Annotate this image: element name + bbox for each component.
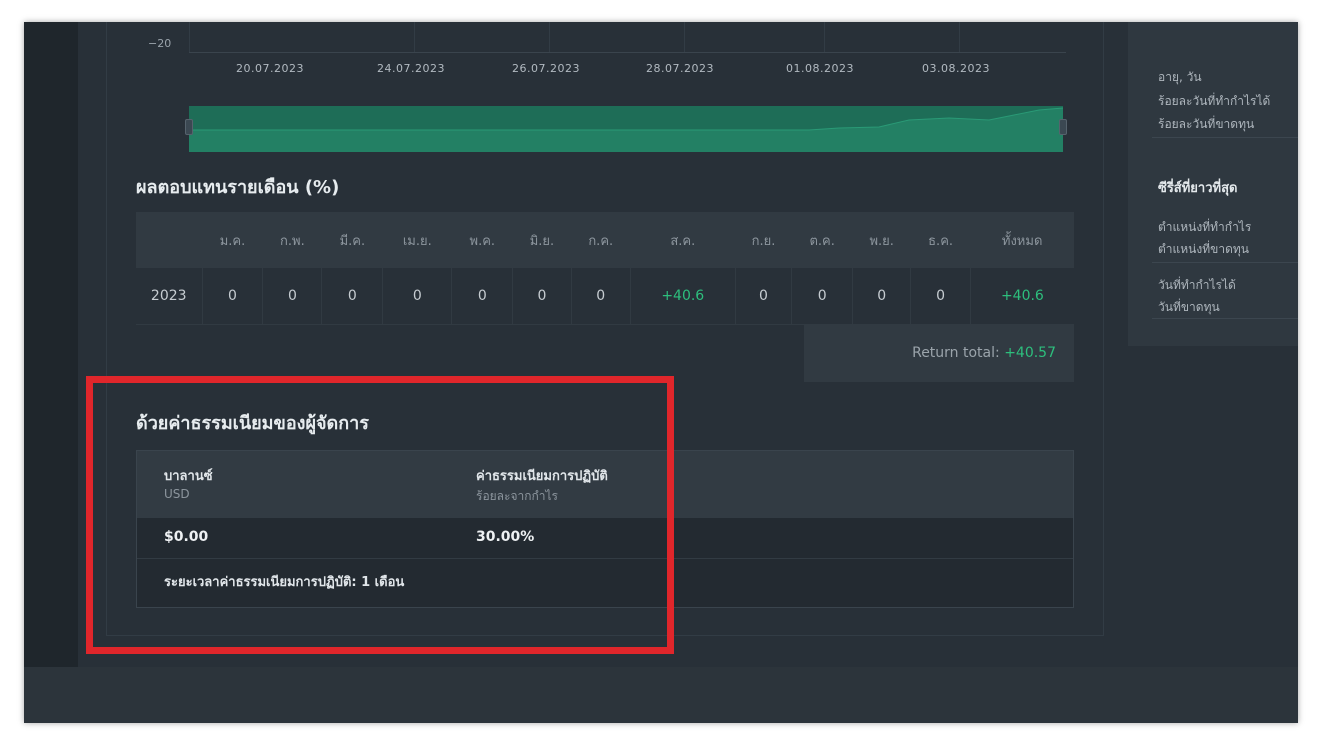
- month-cell: 0: [451, 268, 514, 325]
- page-footer-area: [24, 667, 1298, 723]
- chart-gridline: [684, 22, 685, 52]
- divider: [1152, 318, 1298, 319]
- x-axis-tick: 01.08.2023: [786, 62, 854, 75]
- total-cell: +40.6: [970, 268, 1074, 325]
- loss-days-pct-label: ร้อยละวันที่ขาดทุน: [1158, 117, 1255, 131]
- chart-gridline: [959, 22, 960, 52]
- x-axis-tick: 03.08.2023: [922, 62, 990, 75]
- return-total: Return total: +40.57: [804, 325, 1074, 382]
- x-axis-line: [189, 52, 1066, 53]
- fee-values-row: $0.00 30.00%: [137, 517, 1073, 558]
- fee-period-text: ระยะเวลาค่าธรรมเนียมการปฏิบัติ: 1 เดือน: [164, 575, 405, 590]
- loss-days-label: วันที่ขาดทุน: [1158, 300, 1220, 314]
- divider: [1152, 262, 1298, 263]
- month-cell: 0: [852, 268, 912, 325]
- monthly-returns-title: ผลตอบแทนรายเดือน (%): [136, 177, 340, 198]
- performance-fee-value: 30.00%: [476, 529, 535, 545]
- performance-fee-label: ค่าธรรมเนียมการปฏิบัติ: [476, 469, 608, 484]
- fee-table-header: บาลานซ์ USD ค่าธรรมเนียมการปฏิบัติ ร้อยล…: [137, 451, 1073, 517]
- x-axis-tick: 20.07.2023: [236, 62, 304, 75]
- month-cell: 0: [382, 268, 453, 325]
- table-header-cell: [136, 212, 202, 268]
- table-row: 2023 0 0 0 0 0 0 0 +40.6 0 0 0 0 +40.6: [136, 268, 1074, 325]
- chart-gridline: [824, 22, 825, 52]
- table-header-cell: ก.ค.: [571, 212, 631, 268]
- balance-value: $0.00: [164, 529, 209, 545]
- balance-currency: USD: [164, 487, 190, 501]
- table-header-cell: ธ.ค.: [910, 212, 971, 268]
- fee-period-row: ระยะเวลาค่าธรรมเนียมการปฏิบัติ: 1 เดือน: [137, 558, 1073, 607]
- stats-sidebar: อายุ, วัน ร้อยละวันที่ทำกำไรได้ ร้อยละวั…: [1128, 22, 1298, 346]
- return-total-label: Return total:: [912, 345, 1000, 361]
- age-label: อายุ, วัน: [1158, 70, 1202, 84]
- balance-label: บาลานซ์: [164, 469, 213, 484]
- table-header-cell: ต.ค.: [791, 212, 853, 268]
- month-cell: 0: [791, 268, 853, 325]
- month-cell: 0: [202, 268, 264, 325]
- table-header-cell: ม.ค.: [202, 212, 263, 268]
- chart-gridline: [189, 22, 190, 52]
- table-header-cell: มี.ค.: [321, 212, 383, 268]
- month-cell: +40.6: [630, 268, 736, 325]
- manager-fee-title: ด้วยค่าธรรมเนียมของผู้จัดการ: [136, 413, 369, 434]
- navigator-right-handle[interactable]: [1059, 119, 1067, 135]
- longest-series-title: ซีรี่ส์ที่ยาวที่สุด: [1158, 181, 1238, 196]
- profit-days-label: วันที่ทำกำไรได้: [1158, 278, 1236, 292]
- monthly-returns-table: ม.ค. ก.พ. มี.ค. เม.ย. พ.ค. มิ.ย. ก.ค. ส.…: [136, 212, 1074, 325]
- x-axis-tick: 28.07.2023: [646, 62, 714, 75]
- table-header-cell: ส.ค.: [630, 212, 736, 268]
- x-axis-tick: 26.07.2023: [512, 62, 580, 75]
- table-header-cell: เม.ย.: [382, 212, 452, 268]
- table-header-cell: มิ.ย.: [512, 212, 572, 268]
- y-axis-tick: −20: [148, 37, 172, 50]
- app-frame: −20 20.07.2023 24.07.2023 26.07.2023 28.…: [24, 22, 1298, 723]
- table-header-cell: พ.ย.: [852, 212, 911, 268]
- table-header-cell: พ.ค.: [451, 212, 513, 268]
- table-header-row: ม.ค. ก.พ. มี.ค. เม.ย. พ.ค. มิ.ย. ก.ค. ส.…: [136, 212, 1074, 268]
- month-cell: 0: [571, 268, 631, 325]
- chart-navigator[interactable]: [189, 106, 1063, 152]
- month-cell: 0: [321, 268, 384, 325]
- x-axis-tick: 24.07.2023: [377, 62, 445, 75]
- table-header-cell: ก.ย.: [735, 212, 792, 268]
- navigator-area-graph: [189, 106, 1063, 152]
- profit-positions-label: ตำแหน่งที่ทำกำไร: [1158, 220, 1252, 234]
- table-header-cell: ทั้งหมด: [970, 212, 1074, 268]
- profit-days-pct-label: ร้อยละวันที่ทำกำไรได้: [1158, 94, 1271, 108]
- month-cell: 0: [512, 268, 572, 325]
- chart-gridline: [414, 22, 415, 52]
- month-cell: 0: [910, 268, 971, 325]
- chart-gridline: [549, 22, 550, 52]
- year-cell: 2023: [136, 268, 203, 325]
- month-cell: 0: [735, 268, 793, 325]
- loss-positions-label: ตำแหน่งที่ขาดทุน: [1158, 242, 1249, 256]
- manager-fee-table: บาลานซ์ USD ค่าธรรมเนียมการปฏิบัติ ร้อยล…: [136, 450, 1074, 608]
- performance-fee-sub: ร้อยละจากกำไร: [476, 489, 559, 503]
- month-cell: 0: [262, 268, 323, 325]
- navigator-left-handle[interactable]: [185, 119, 193, 135]
- table-header-cell: ก.พ.: [262, 212, 322, 268]
- return-total-value: +40.57: [1004, 345, 1056, 361]
- divider: [1152, 137, 1298, 138]
